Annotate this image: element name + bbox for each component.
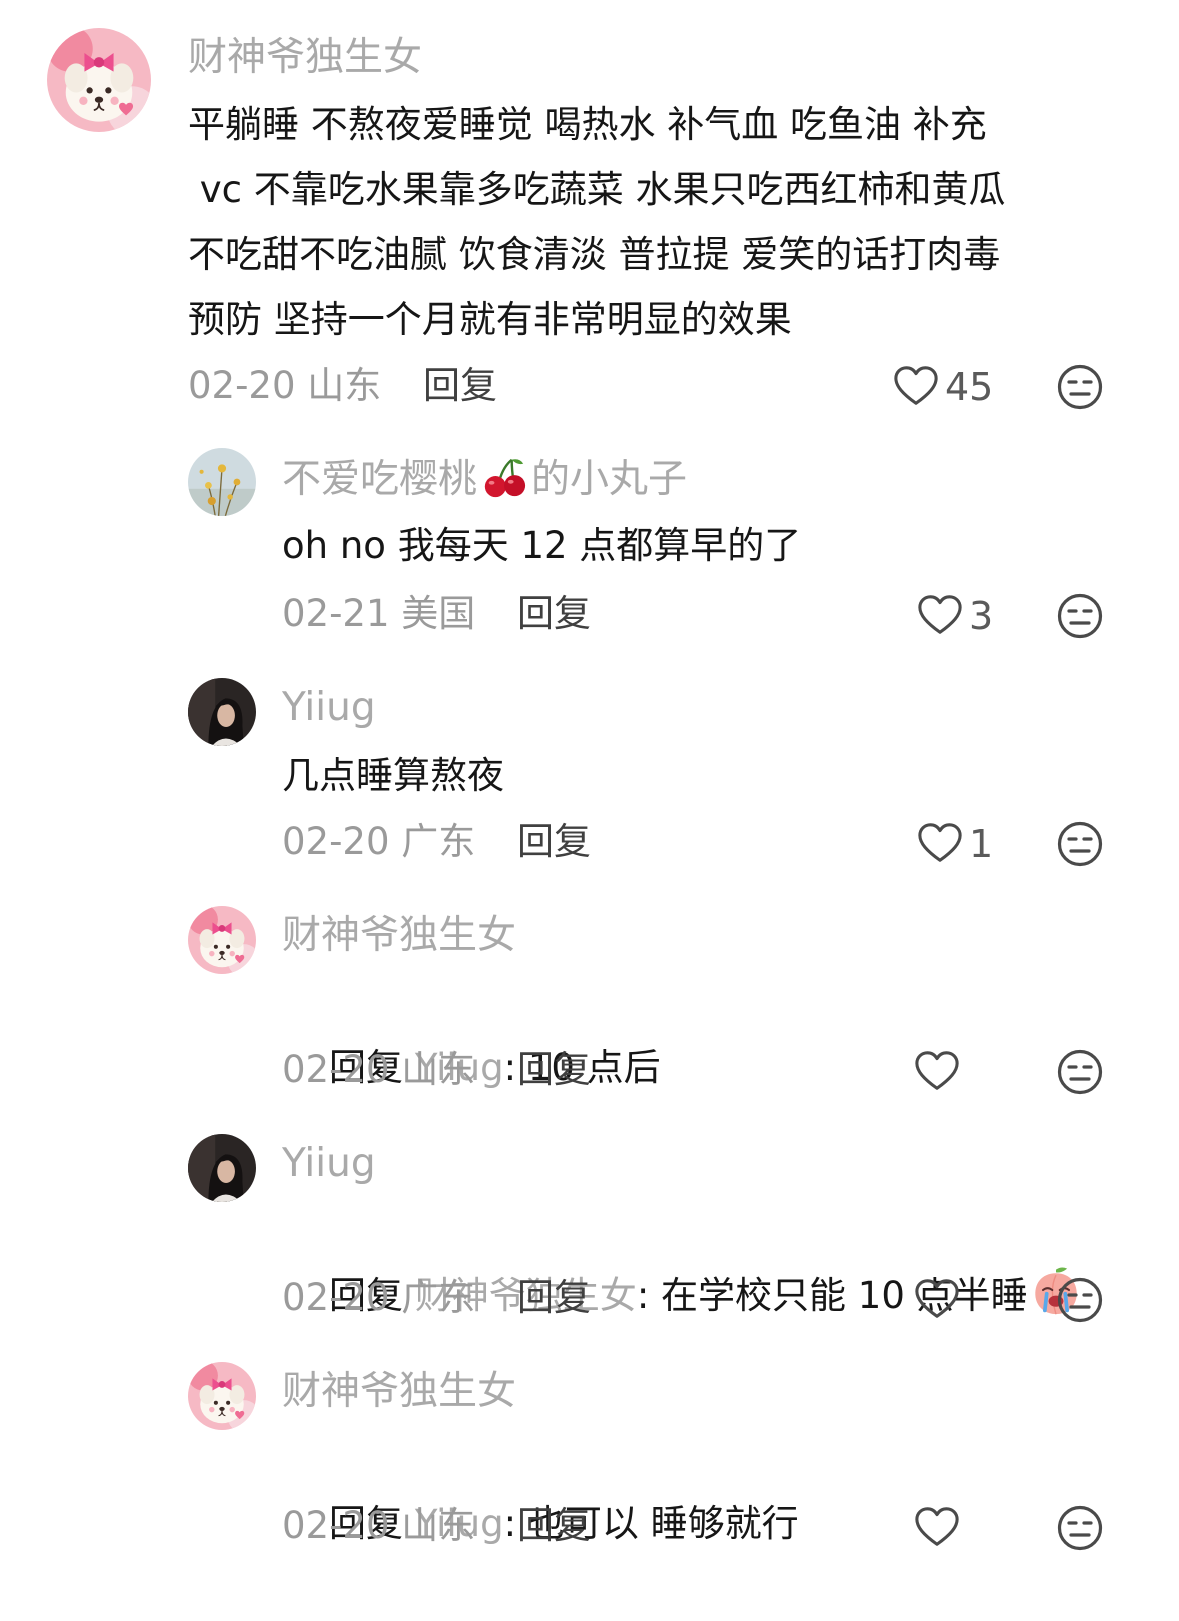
meh-face-icon — [1056, 1276, 1104, 1324]
dislike-button[interactable] — [1056, 820, 1104, 868]
dislike-button[interactable] — [1056, 1504, 1104, 1552]
meh-face-icon — [1056, 1048, 1104, 1096]
like-button[interactable]: 45 — [893, 362, 993, 412]
comment-date: 02-20 — [282, 1504, 390, 1547]
reply-item: 财神爷独生女 回复 Yiiug: 10 点后 02-20 山东 回复 — [0, 890, 1179, 1118]
comment-username[interactable]: 财神爷独生女 — [282, 1368, 516, 1416]
avatar[interactable] — [188, 1134, 256, 1202]
comment-date: 02-21 — [282, 592, 390, 635]
comment-username[interactable]: Yiiug — [282, 1140, 376, 1188]
dislike-button[interactable] — [1056, 1048, 1104, 1096]
comment-location: 广东 — [401, 1276, 476, 1319]
reply-button[interactable]: 回复 — [517, 592, 591, 635]
heart-outline-icon — [917, 593, 963, 639]
comment-date: 02-20 — [282, 820, 390, 863]
comment-meta: 02-20 山东 回复 — [188, 362, 497, 410]
comment-text: oh no 我每天 12 点都算早的了 — [282, 524, 802, 567]
dislike-button[interactable] — [1056, 592, 1104, 640]
comment-location: 山东 — [307, 364, 382, 407]
avatar[interactable] — [188, 1362, 256, 1430]
comment-text: 平躺睡 不熬夜爱睡觉 喝热水 补气血 吃鱼油 补充 vc 不靠吃水果靠多吃蔬菜 … — [188, 103, 1006, 341]
reply-button[interactable]: 回复 — [517, 1276, 591, 1319]
woman-photo-icon — [188, 1134, 256, 1202]
reply-button[interactable]: 回复 — [423, 364, 497, 407]
like-button[interactable] — [914, 1503, 966, 1553]
like-button[interactable]: 3 — [917, 591, 993, 641]
username-part: 的小丸子 — [531, 457, 688, 502]
heart-outline-icon — [917, 821, 963, 867]
avatar[interactable] — [188, 448, 256, 516]
reply-button[interactable]: 回复 — [517, 1504, 591, 1547]
comment-username[interactable]: 不爱吃樱桃 的小丸子 — [282, 454, 687, 512]
comment-location: 美国 — [401, 592, 476, 635]
comment-item: 财神爷独生女 平躺睡 不熬夜爱睡觉 喝热水 补气血 吃鱼油 补充 vc 不靠吃水… — [0, 0, 1179, 430]
cartoon-dog-icon — [188, 906, 256, 974]
heart-outline-icon — [914, 1505, 960, 1551]
like-count: 45 — [945, 365, 994, 409]
cartoon-dog-icon — [47, 28, 151, 132]
reply-item: Yiiug 几点睡算熬夜 02-20 广东 回复 1 — [0, 660, 1179, 890]
cherry-emoji-icon — [481, 454, 527, 512]
like-button[interactable] — [914, 1275, 966, 1325]
avatar[interactable] — [188, 906, 256, 974]
comment-date: 02-20 — [282, 1048, 390, 1091]
reply-button[interactable]: 回复 — [517, 820, 591, 863]
cartoon-dog-icon — [188, 1362, 256, 1430]
comment-meta: 02-21 美国 回复 — [282, 590, 591, 638]
comment-meta: 02-20 山东 回复 — [282, 1502, 591, 1550]
username-part: 不爱吃樱桃 — [282, 457, 478, 502]
like-count: 3 — [969, 594, 994, 638]
comment-username[interactable]: Yiiug — [282, 684, 376, 732]
dislike-button[interactable] — [1056, 1276, 1104, 1324]
reply-body: : 在学校只能 10 点半睡 — [636, 1274, 1028, 1317]
meh-face-icon — [1056, 820, 1104, 868]
comment-date: 02-20 — [282, 1276, 390, 1319]
meh-face-icon — [1056, 592, 1104, 640]
comment-location: 山东 — [401, 1504, 476, 1547]
meh-face-icon — [1056, 363, 1104, 411]
comment-text: 几点睡算熬夜 — [282, 754, 504, 797]
heart-outline-icon — [914, 1049, 960, 1095]
avatar[interactable] — [47, 28, 151, 132]
like-count: 1 — [969, 822, 994, 866]
comment-meta: 02-20 山东 回复 — [282, 1046, 591, 1094]
comment-date: 02-20 — [188, 364, 296, 407]
comment-meta: 02-20 广东 回复 — [282, 818, 591, 866]
avatar[interactable] — [188, 678, 256, 746]
meh-face-icon — [1056, 1504, 1104, 1552]
like-button[interactable]: 1 — [917, 819, 993, 869]
heart-outline-icon — [893, 364, 939, 410]
woman-photo-icon — [188, 678, 256, 746]
comment-username[interactable]: 财神爷独生女 — [282, 912, 516, 960]
heart-outline-icon — [914, 1277, 960, 1323]
dislike-button[interactable] — [1056, 363, 1104, 411]
comment-location: 山东 — [401, 1048, 476, 1091]
comment-location: 广东 — [401, 820, 476, 863]
reply-button[interactable]: 回复 — [517, 1048, 591, 1091]
comment-username[interactable]: 财神爷独生女 — [188, 34, 422, 82]
reply-item: Yiiug 回复 财神爷独生女: 在学校只能 10 点半睡 02-20 广东 回… — [0, 1118, 1179, 1346]
like-button[interactable] — [914, 1047, 966, 1097]
reply-item: 财神爷独生女 回复 Yiiug: 也可以 睡够就行 02-20 山东 回复 — [0, 1346, 1179, 1606]
comment-meta: 02-20 广东 回复 — [282, 1274, 591, 1322]
flower-photo-icon — [188, 448, 256, 516]
reply-item: 不爱吃樱桃 的小丸子 oh no 我每天 12 点都算早的了 02-21 美国 回… — [0, 430, 1179, 660]
